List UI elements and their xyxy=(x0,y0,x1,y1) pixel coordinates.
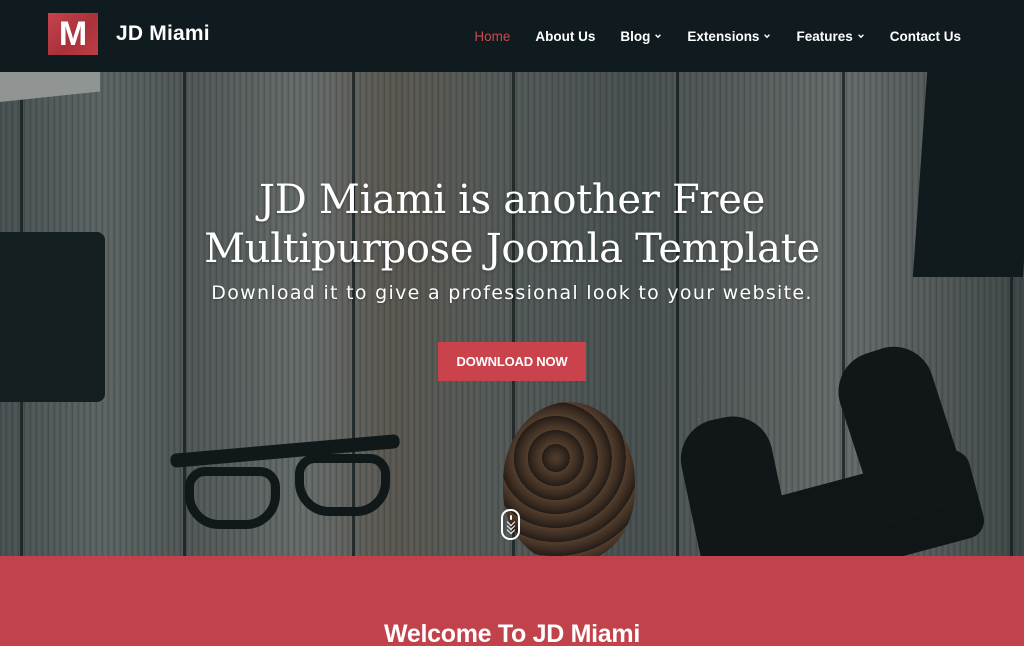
chevron-down-icon xyxy=(764,34,771,39)
site-name: JD Miami xyxy=(116,22,210,45)
logo-mark-icon: M xyxy=(48,13,98,55)
nav-item-blog[interactable]: Blog xyxy=(620,29,662,44)
hero-banner: JD Miami is another Free Multipurpose Jo… xyxy=(0,72,1024,556)
download-now-button[interactable]: DOWNLOAD NOW xyxy=(437,342,587,381)
nav-item-features[interactable]: Features xyxy=(796,29,864,44)
hero-content: JD Miami is another Free Multipurpose Jo… xyxy=(0,176,1024,381)
nav-label: Extensions xyxy=(687,28,760,44)
nav-item-contact-us[interactable]: Contact Us xyxy=(890,29,961,44)
hero-subtitle: Download it to give a professional look … xyxy=(211,282,813,304)
welcome-section: Welcome To JD Miami xyxy=(0,556,1024,646)
hero-title-line-1: JD Miami is another Free xyxy=(259,177,765,223)
hero-title: JD Miami is another Free Multipurpose Jo… xyxy=(0,176,1024,274)
site-header: M JD Miami Home About Us Blog Extensions… xyxy=(0,0,1024,72)
hero-title-line-2: Multipurpose Joomla Template xyxy=(204,226,820,272)
nav-label: Contact Us xyxy=(889,28,961,44)
site-logo[interactable]: M JD Miami xyxy=(48,13,210,55)
nav-label: Home xyxy=(474,28,511,44)
nav-item-home[interactable]: Home xyxy=(474,29,510,44)
nav-item-extensions[interactable]: Extensions xyxy=(687,29,771,44)
chevron-down-icon xyxy=(655,34,662,39)
nav-label: Blog xyxy=(620,28,651,44)
nav-item-about-us[interactable]: About Us xyxy=(535,29,595,44)
nav-label: About Us xyxy=(535,28,596,44)
nav-label: Features xyxy=(796,28,853,44)
mouse-scroll-down-icon[interactable] xyxy=(501,509,520,540)
chevron-down-icon xyxy=(857,34,864,39)
main-nav: Home About Us Blog Extensions Features C… xyxy=(449,0,961,72)
welcome-title: Welcome To JD Miami xyxy=(384,620,640,646)
